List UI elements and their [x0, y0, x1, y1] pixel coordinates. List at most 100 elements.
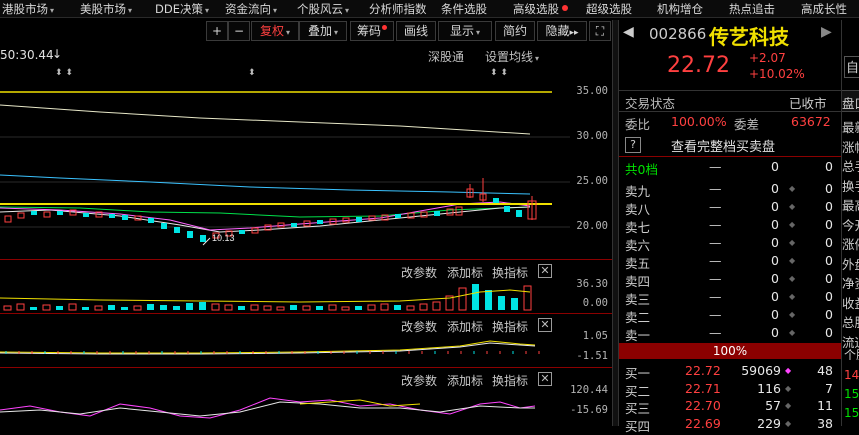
candle	[122, 215, 128, 220]
menu-institution-holding[interactable]: 机构增仓	[657, 2, 703, 17]
buy-count: 11	[817, 398, 833, 413]
side-value: 15	[844, 387, 859, 401]
volume: 0	[771, 159, 779, 174]
sell-level-row[interactable]: 卖七 — 0 ◆ 0	[619, 217, 841, 235]
menu-hk-market[interactable]: 港股市场 ▾	[2, 2, 54, 17]
volume-bar	[498, 296, 505, 310]
sell-price: —	[709, 217, 722, 232]
menu-dde[interactable]: DDE决策 ▾	[155, 2, 209, 17]
buy-level-row[interactable]: 买二 22.71 116 ◆ 7	[619, 381, 841, 399]
event-marker-icon[interactable]: ⬍ ⬍	[490, 68, 508, 78]
menu-condition-select[interactable]: 条件选股	[441, 2, 487, 17]
menu-fund-flow[interactable]: 资金流向 ▾	[225, 2, 277, 17]
sell-level-row[interactable]: 卖一 — 0 ◆ 0	[619, 325, 841, 343]
volume-bar	[250, 304, 259, 311]
chart-toolbar: + − 复权 ▾ 叠加 ▾ 筹码 画线 显示 ▾ 简约 隐藏▸▸ ⛶	[0, 20, 612, 42]
divider	[619, 111, 841, 112]
sell-count: 0	[825, 307, 833, 322]
sell-count: 0	[825, 253, 833, 268]
candle	[4, 215, 12, 223]
volume-bar	[341, 306, 350, 311]
sell-level-row[interactable]: 卖九 — 0 ◆ 0	[619, 181, 841, 199]
volume-bar	[68, 303, 77, 311]
menu-hotspot[interactable]: 热点追击	[729, 2, 775, 17]
menu-advanced-select[interactable]: 高级选股	[513, 2, 568, 17]
price-chart[interactable]: 10.13	[0, 80, 570, 260]
sell-count: 0	[825, 235, 833, 250]
low-price-annotation: 10.13	[212, 233, 235, 243]
volume-bars	[3, 284, 532, 311]
candle	[57, 211, 63, 215]
event-marker-icon[interactable]: ⬍	[248, 68, 256, 78]
buy-level-row[interactable]: 买一 22.72 59069 ◆ 48	[619, 363, 841, 381]
restore-rights-button[interactable]: 复权 ▾	[251, 21, 299, 41]
close-panel-icon[interactable]: ✕	[538, 372, 552, 386]
volume-bar	[432, 301, 441, 311]
sell-price: —	[709, 253, 722, 268]
zoom-in-button[interactable]: +	[206, 21, 228, 41]
sell-level-label: 卖六	[625, 238, 651, 253]
hide-button[interactable]: 隐藏▸▸	[537, 21, 587, 41]
volume-bar	[160, 305, 167, 310]
diamond-icon: ◆	[789, 184, 796, 193]
bid-ask-ratio-bar: 100%	[619, 343, 841, 359]
trade-status-value: 已收市	[789, 96, 827, 111]
ma-settings-button[interactable]: 设置均线 ▾	[485, 48, 539, 65]
bid-ratio-value: 100.00%	[671, 114, 727, 129]
diamond-icon: ◆	[789, 202, 796, 211]
menu-super-select[interactable]: 超级选股	[586, 2, 632, 17]
volume-bar	[380, 303, 389, 311]
buy-price: 22.72	[685, 363, 721, 378]
help-icon[interactable]: ?	[625, 137, 641, 153]
sell-volume: 0	[771, 325, 779, 340]
sell-count: 0	[825, 181, 833, 196]
price-change-pct: +10.02%	[749, 67, 805, 81]
volume-bar	[406, 305, 415, 311]
side-stat-label: 总股	[842, 315, 859, 330]
menu-stock-news[interactable]: 个股风云 ▾	[297, 2, 349, 17]
simple-mode-button[interactable]: 简约	[495, 21, 535, 41]
tab-order-panel[interactable]: 盘口	[842, 93, 859, 112]
prev-stock-icon[interactable]: ◀	[623, 24, 634, 40]
side-value: 14	[844, 368, 859, 382]
indicator-chart-3[interactable]	[0, 386, 570, 426]
sell-count: 0	[825, 325, 833, 340]
buy-level-row[interactable]: 买四 22.69 229 ◆ 38	[619, 416, 841, 434]
diamond-icon: ◆	[789, 220, 796, 229]
sell-level-row[interactable]: 卖八 — 0 ◆ 0	[619, 199, 841, 217]
menu-analyst-index[interactable]: 分析师指数	[369, 2, 427, 17]
sell-count: 0	[825, 199, 833, 214]
display-button[interactable]: 显示 ▾	[438, 21, 492, 41]
drawing-button[interactable]: 画线	[396, 21, 436, 41]
sell-level-row[interactable]: 卖四 — 0 ◆ 0	[619, 271, 841, 289]
chips-button[interactable]: 筹码	[350, 21, 394, 41]
next-stock-icon[interactable]: ▶	[821, 24, 832, 40]
buy-level-row[interactable]: 买三 22.70 57 ◆ 11	[619, 398, 841, 416]
order-book-summary-row: 共0档 — 0 0	[619, 159, 841, 177]
volume-bar	[290, 305, 297, 310]
menu-us-market[interactable]: 美股市场 ▾	[80, 2, 132, 17]
indicator-chart-2[interactable]	[0, 330, 570, 366]
tab-stock[interactable]: 个股	[844, 346, 859, 363]
sell-level-label: 卖九	[625, 184, 651, 199]
sell-level-row[interactable]: 卖三 — 0 ◆ 0	[619, 289, 841, 307]
self-select-button[interactable]: 自	[844, 56, 859, 78]
hk-connect-label[interactable]: 深股通	[428, 48, 464, 65]
alert-dot-icon	[562, 5, 568, 11]
volume-chart[interactable]	[0, 278, 570, 312]
event-marker-icon[interactable]: ⬍ ⬍	[55, 68, 73, 78]
zoom-out-button[interactable]: −	[228, 21, 250, 41]
full-order-book-link[interactable]: 查看完整档买卖盘	[671, 136, 775, 155]
close-panel-icon[interactable]: ✕	[538, 264, 552, 278]
sell-level-label: 卖一	[625, 328, 651, 343]
menu-high-growth[interactable]: 高成长性	[801, 2, 847, 17]
fullscreen-button[interactable]: ⛶	[589, 21, 611, 41]
sell-level-row[interactable]: 卖五 — 0 ◆ 0	[619, 253, 841, 271]
sell-level-row[interactable]: 卖六 — 0 ◆ 0	[619, 235, 841, 253]
sell-level-row[interactable]: 卖二 — 0 ◆ 0	[619, 307, 841, 325]
candle	[174, 227, 180, 233]
dash: —	[709, 159, 722, 174]
diamond-icon: ◆	[789, 256, 796, 265]
buy-volume: 57	[765, 398, 781, 413]
overlay-button[interactable]: 叠加 ▾	[299, 21, 347, 41]
